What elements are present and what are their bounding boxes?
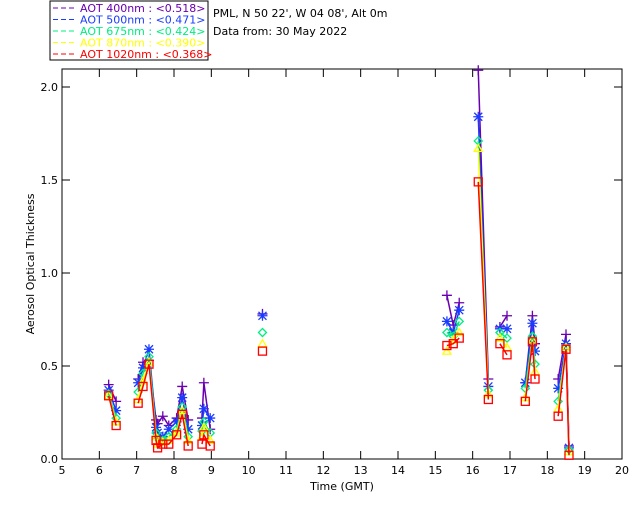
x-tick-label: 8	[171, 464, 178, 477]
data-point-plus	[441, 290, 452, 301]
x-tick-label: 13	[354, 464, 368, 477]
data-point-asterisk	[177, 392, 188, 403]
axes: 5 6 7 8 9 10 11 12 13 14 15 16 17 18 19 20 0.0 0.5 1.0 1.5 2…	[41, 69, 629, 477]
x-tick-label: 16	[466, 464, 480, 477]
x-tick-label: 7	[133, 464, 140, 477]
x-tick-label: 19	[578, 464, 592, 477]
data-point-plus	[473, 65, 484, 76]
data-point-asterisk	[205, 413, 216, 424]
series-4	[104, 177, 574, 460]
x-tick-label: 11	[279, 464, 293, 477]
y-tick-label: 0.5	[41, 360, 59, 373]
y-axis-label: Aerosol Optical Thickness	[24, 193, 37, 334]
y-tick-label: 0.0	[41, 453, 59, 466]
data-point-asterisk	[257, 310, 268, 321]
data-point-asterisk	[441, 316, 452, 327]
aot-chart: AOT 400nm : <0.518>AOT 500nm : <0.471>AO…	[24, 0, 629, 493]
date-label: Data from: 30 May 2022	[213, 25, 347, 38]
data-point-plus	[561, 329, 571, 340]
data-point-square	[257, 346, 268, 356]
data-point-asterisk	[527, 318, 538, 329]
data-point-asterisk	[473, 111, 484, 122]
x-tick-label: 10	[242, 464, 256, 477]
series-0	[103, 65, 574, 451]
series-2	[103, 136, 574, 455]
x-tick-label: 12	[316, 464, 330, 477]
x-tick-label: 20	[615, 464, 629, 477]
plot-frame	[61, 68, 623, 460]
site-label: PML, N 50 22', W 04 08', Alt 0m	[213, 7, 387, 20]
x-tick-label: 9	[208, 464, 215, 477]
legend-entry: AOT 1020nm : <0.368>	[80, 48, 213, 61]
x-tick-label: 18	[540, 464, 554, 477]
x-tick-label: 14	[391, 464, 405, 477]
y-tick-label: 1.0	[41, 267, 59, 280]
y-tick-label: 2.0	[41, 81, 59, 94]
data-point-asterisk	[454, 305, 465, 316]
x-axis-label: Time (GMT)	[309, 480, 374, 493]
series-3	[103, 143, 575, 456]
x-tick-label: 17	[503, 464, 517, 477]
data-point-asterisk	[198, 403, 209, 414]
data-point-plus	[502, 310, 513, 321]
x-tick-label: 15	[428, 464, 442, 477]
series-1	[103, 111, 574, 453]
y-tick-label: 1.5	[41, 174, 59, 187]
data-point-triangle	[257, 338, 268, 348]
data-point-diamond	[257, 327, 268, 338]
data-point-plus	[177, 381, 188, 392]
data-point-plus	[198, 377, 209, 388]
x-tick-label: 6	[96, 464, 103, 477]
x-tick-label: 5	[59, 464, 66, 477]
series-layer	[103, 65, 575, 460]
